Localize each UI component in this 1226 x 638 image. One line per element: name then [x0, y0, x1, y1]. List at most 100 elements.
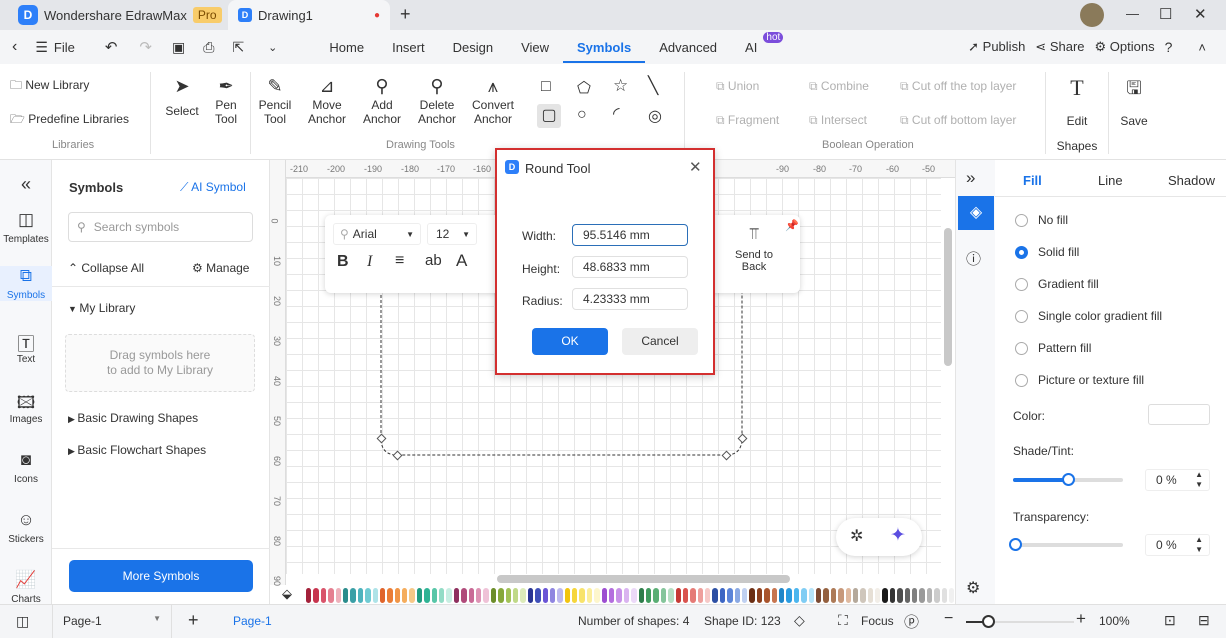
color-swatch[interactable] — [682, 587, 689, 603]
convert-anchor-tool[interactable]: ⩚ Convert Anchor — [468, 74, 518, 126]
color-swatch[interactable] — [793, 587, 800, 603]
pentagon-shape-icon[interactable]: ⬠ — [577, 78, 591, 98]
text-case-icon[interactable]: ab — [425, 252, 442, 269]
tab-drawing1[interactable]: D Drawing1 ● — [228, 0, 390, 30]
color-swatch[interactable] — [948, 587, 955, 603]
color-swatch[interactable] — [742, 587, 748, 603]
font-color-icon[interactable]: A — [456, 251, 467, 271]
color-swatch[interactable] — [860, 587, 866, 603]
color-swatch[interactable] — [705, 587, 711, 603]
color-swatch[interactable] — [897, 587, 903, 603]
pen-tool[interactable]: ✒ Pen Tool — [208, 74, 244, 126]
color-swatch[interactable] — [815, 587, 822, 603]
settings-gear-icon[interactable]: ⚙ — [966, 578, 980, 598]
select-tool[interactable]: ➤ Select — [162, 74, 202, 118]
line-shape-icon[interactable]: ╲ — [648, 76, 658, 96]
color-swatch[interactable] — [424, 587, 430, 603]
undo-icon[interactable]: ↶ — [105, 38, 118, 56]
color-swatch[interactable] — [668, 587, 674, 603]
color-swatch[interactable] — [490, 587, 497, 603]
page-select[interactable]: Page-1 ▼ — [52, 605, 172, 638]
stepper-icon[interactable]: ▲ ▼ — [1195, 535, 1203, 555]
italic-icon[interactable]: I — [367, 253, 372, 271]
color-swatch[interactable] — [527, 587, 534, 603]
file-menu[interactable]: File — [54, 40, 75, 55]
color-swatch[interactable] — [764, 587, 770, 603]
pencil-tool[interactable]: ✎ Pencil Tool — [255, 74, 295, 126]
fill-bucket-icon[interactable]: ⬙ — [282, 586, 292, 602]
color-swatch[interactable] — [801, 587, 807, 603]
color-swatch[interactable] — [342, 587, 349, 603]
star-shape-icon[interactable]: ☆ — [613, 76, 628, 96]
color-swatch[interactable] — [712, 587, 718, 603]
magic-icon[interactable]: ✲ — [850, 526, 863, 546]
tab-shadow[interactable]: Shadow — [1168, 173, 1215, 188]
collapse-panel-icon[interactable]: « — [0, 174, 52, 195]
color-swatch[interactable] — [830, 587, 837, 603]
vertical-scrollbar[interactable] — [944, 228, 952, 366]
hamburger-icon[interactable]: ☰ — [35, 39, 48, 56]
cut-top-layer-button[interactable]: ⧉ Cut off the top layer — [900, 79, 1016, 93]
color-swatch[interactable] — [838, 587, 844, 603]
color-swatch[interactable] — [609, 587, 615, 603]
zoom-in-button[interactable]: + — [1076, 609, 1086, 629]
minimize-button[interactable]: — — [1126, 6, 1139, 21]
save-icon[interactable]: ▣ — [172, 39, 185, 56]
color-swatch[interactable] — [645, 587, 652, 603]
zoom-out-button[interactable]: − — [944, 610, 953, 628]
close-window-button[interactable]: ✕ — [1194, 5, 1207, 23]
color-swatch[interactable] — [328, 587, 334, 603]
tab-insert[interactable]: Insert — [378, 40, 439, 55]
layers-icon[interactable]: ◇ — [794, 612, 805, 629]
new-tab-button[interactable]: + — [400, 4, 411, 25]
color-swatch[interactable] — [631, 587, 637, 603]
color-swatch[interactable] — [889, 587, 896, 603]
ai-sparkle-icon[interactable]: ✦ — [890, 524, 906, 547]
basic-flowchart-shapes-section[interactable]: ▶ Basic Flowchart Shapes — [68, 443, 206, 457]
color-swatch[interactable] — [394, 587, 401, 603]
color-swatch[interactable] — [579, 587, 585, 603]
color-picker[interactable] — [1148, 404, 1210, 425]
horizontal-scrollbar[interactable] — [497, 575, 790, 583]
height-input[interactable]: 48.6833 mm — [572, 256, 688, 278]
align-icon[interactable]: ≡ — [395, 252, 404, 270]
help-circle-icon[interactable]: ⓘ — [966, 248, 981, 269]
color-swatch[interactable] — [572, 587, 578, 603]
rail-icons[interactable]: ◙ Icons — [0, 450, 52, 485]
rail-stickers[interactable]: ☺ Stickers — [0, 510, 52, 545]
fragment-button[interactable]: ⧉ Fragment — [716, 113, 779, 127]
color-swatch[interactable] — [823, 587, 829, 603]
color-swatch[interactable] — [734, 587, 741, 603]
manage-button[interactable]: ⚙ Manage — [192, 261, 249, 275]
color-swatch[interactable] — [542, 587, 548, 603]
add-page-button[interactable]: + — [188, 610, 199, 631]
fit-width-icon[interactable]: ⊟ — [1198, 612, 1210, 629]
color-swatch[interactable] — [616, 587, 622, 603]
radio-single-color-gradient[interactable]: Single color gradient fill — [1015, 309, 1162, 323]
color-swatch[interactable] — [756, 587, 763, 603]
color-swatch[interactable] — [498, 587, 504, 603]
help-icon[interactable]: ? — [1165, 39, 1173, 55]
radio-gradient-fill[interactable]: Gradient fill — [1015, 277, 1099, 291]
predefine-libraries-button[interactable]: 🗁 Predefine Libraries — [10, 112, 129, 126]
union-button[interactable]: ⧉ Union — [716, 79, 759, 93]
color-swatch[interactable] — [697, 587, 704, 603]
color-swatch[interactable] — [852, 587, 859, 603]
my-library-section[interactable]: ▼ My Library — [68, 301, 135, 315]
color-swatch[interactable] — [601, 587, 608, 603]
more-symbols-button[interactable]: More Symbols — [69, 560, 253, 592]
rectangle-shape-icon[interactable]: □ — [541, 78, 551, 96]
color-swatch[interactable] — [623, 587, 630, 603]
tab-home[interactable]: Home — [315, 40, 378, 55]
edit-shapes-button[interactable]: T Edit Shapes — [1055, 76, 1099, 154]
color-swatch[interactable] — [882, 587, 888, 603]
rounded-rectangle-shape-icon[interactable]: ▢ — [537, 104, 561, 128]
transparency-value-input[interactable]: 0 % ▲ ▼ — [1145, 534, 1210, 556]
color-swatch[interactable] — [431, 587, 438, 603]
my-library-dropzone[interactable]: Drag symbols here to add to My Library — [65, 334, 255, 392]
color-swatch[interactable] — [439, 587, 445, 603]
color-swatch[interactable] — [749, 587, 755, 603]
color-swatch[interactable] — [594, 587, 600, 603]
delete-anchor-tool[interactable]: ⚲ Delete Anchor — [413, 74, 461, 126]
color-swatch[interactable] — [453, 587, 460, 603]
